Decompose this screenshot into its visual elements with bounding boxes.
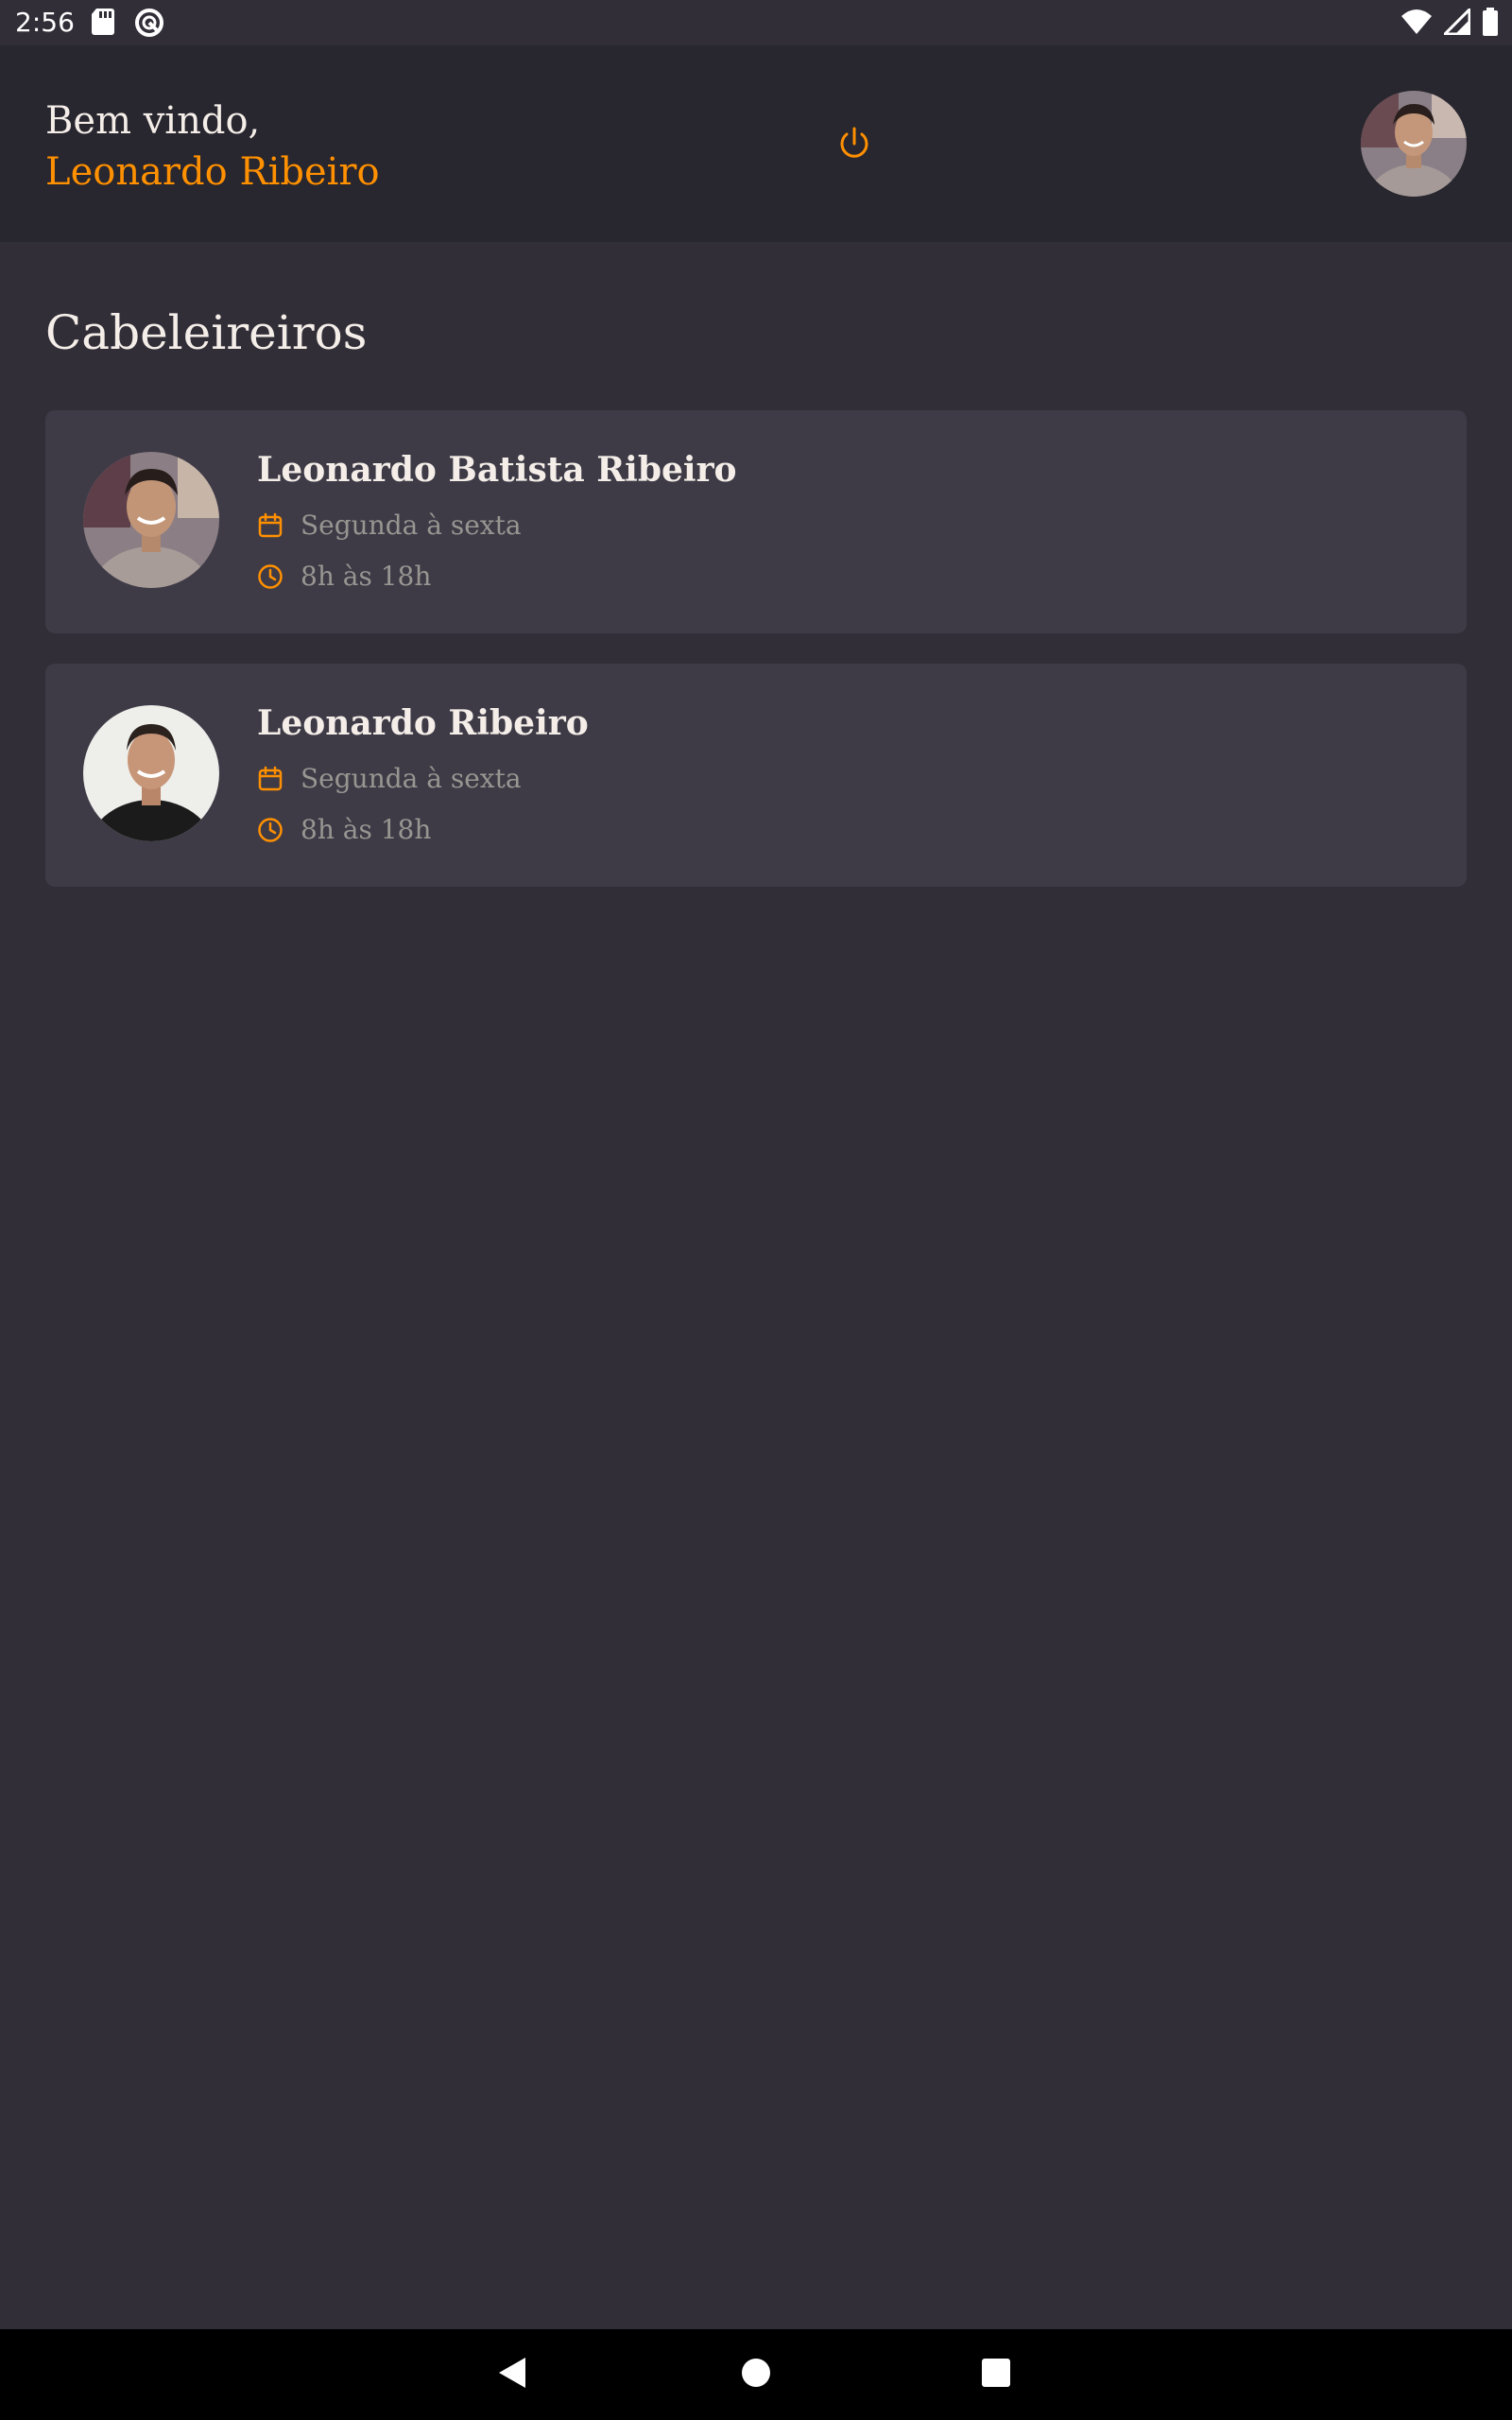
recents-button[interactable]	[968, 2346, 1024, 2403]
provider-avatar	[83, 452, 219, 588]
status-bar: 2:56	[0, 0, 1512, 45]
provider-hours: 8h às 18h	[257, 558, 431, 596]
status-right-icons	[1400, 6, 1499, 40]
status-time: 2:56	[15, 7, 75, 38]
provider-hours-text: 8h às 18h	[301, 561, 432, 592]
power-icon	[835, 125, 873, 166]
provider-card[interactable]: Leonardo Batista Ribeiro Segunda à sexta…	[45, 410, 1467, 633]
clock-icon	[257, 816, 285, 844]
calendar-icon	[257, 765, 285, 793]
home-button[interactable]	[728, 2346, 784, 2403]
provider-name: Leonardo Ribeiro	[257, 703, 589, 743]
provider-days-text: Segunda à sexta	[301, 510, 522, 541]
provider-card[interactable]: Leonardo Ribeiro Segunda à sexta 8h às 1…	[45, 664, 1467, 887]
battery-icon	[1482, 8, 1499, 40]
wifi-icon	[1400, 9, 1433, 39]
back-button[interactable]	[484, 2346, 541, 2403]
calendar-icon	[257, 511, 285, 540]
home-icon	[741, 2358, 771, 2392]
welcome-text: Bem vindo,	[45, 99, 261, 143]
recents-icon	[981, 2358, 1011, 2392]
cellular-signal-icon	[1441, 6, 1471, 39]
clock-icon	[257, 562, 285, 591]
header: Bem vindo, Leonardo Ribeiro	[0, 45, 1512, 242]
provider-avatar	[83, 705, 219, 841]
provider-days: Segunda à sexta	[257, 507, 522, 544]
navigation-bar	[0, 2329, 1512, 2420]
back-icon	[497, 2357, 527, 2393]
provider-hours-text: 8h às 18h	[301, 814, 432, 845]
sd-card-icon	[91, 8, 115, 42]
provider-days-text: Segunda à sexta	[301, 763, 522, 794]
provider-days: Segunda à sexta	[257, 760, 522, 798]
sync-icon	[134, 8, 164, 42]
logout-button[interactable]	[828, 119, 881, 172]
user-name[interactable]: Leonardo Ribeiro	[45, 146, 380, 199]
provider-name: Leonardo Batista Ribeiro	[257, 450, 737, 490]
provider-hours: 8h às 18h	[257, 811, 431, 849]
status-left-icons	[91, 8, 164, 42]
section-title: Cabeleireiros	[45, 305, 368, 360]
user-avatar[interactable]	[1361, 91, 1467, 197]
